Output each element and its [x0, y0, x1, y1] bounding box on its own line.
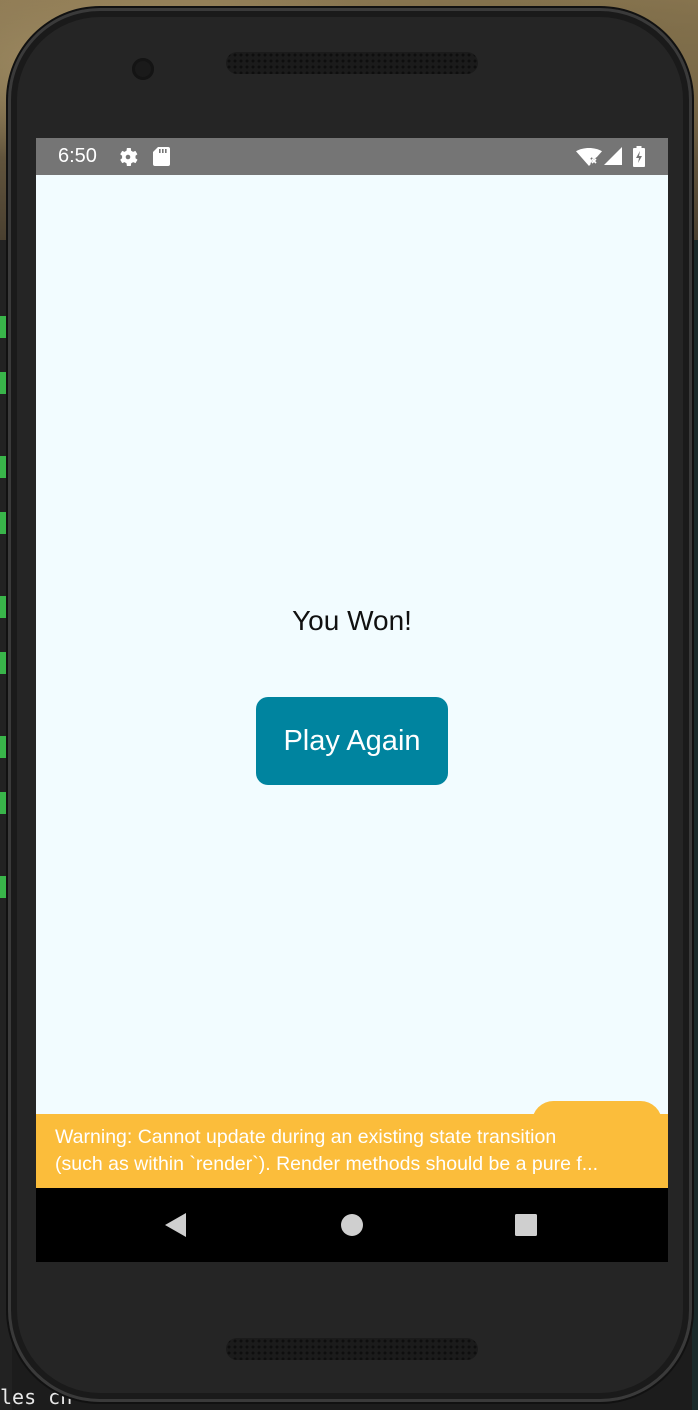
- app-content: You Won! Play Again Dismiss All: [36, 175, 668, 1144]
- device-screen: 6:50 You Won! Play Again Warning: Cannot…: [36, 138, 668, 1262]
- sd-card-icon: [153, 147, 170, 171]
- front-camera: [132, 58, 154, 80]
- signal-icon: [604, 147, 622, 170]
- battery-icon: [633, 146, 645, 172]
- warning-toast[interactable]: Warning: Cannot update during an existin…: [36, 1114, 668, 1188]
- status-time: 6:50: [58, 145, 97, 167]
- top-speaker: [226, 52, 478, 74]
- home-button[interactable]: [312, 1188, 392, 1262]
- recents-button[interactable]: [486, 1188, 566, 1262]
- back-button[interactable]: [136, 1188, 216, 1262]
- bottom-speaker: [226, 1338, 478, 1360]
- back-icon: [165, 1213, 186, 1237]
- recents-icon: [515, 1214, 537, 1236]
- gear-icon: [118, 147, 138, 172]
- play-again-button[interactable]: Play Again: [256, 697, 448, 785]
- wifi-off-icon: [576, 148, 602, 171]
- result-text: You Won!: [292, 605, 412, 636]
- terminal-window-right: [692, 240, 698, 1410]
- status-bar: 6:50: [36, 138, 668, 175]
- warning-message-line-1: Warning: Cannot update during an existin…: [55, 1126, 557, 1148]
- home-icon: [341, 1214, 363, 1236]
- navigation-bar: [36, 1188, 668, 1262]
- warning-message-line-2: (such as within `render`). Render method…: [55, 1153, 599, 1175]
